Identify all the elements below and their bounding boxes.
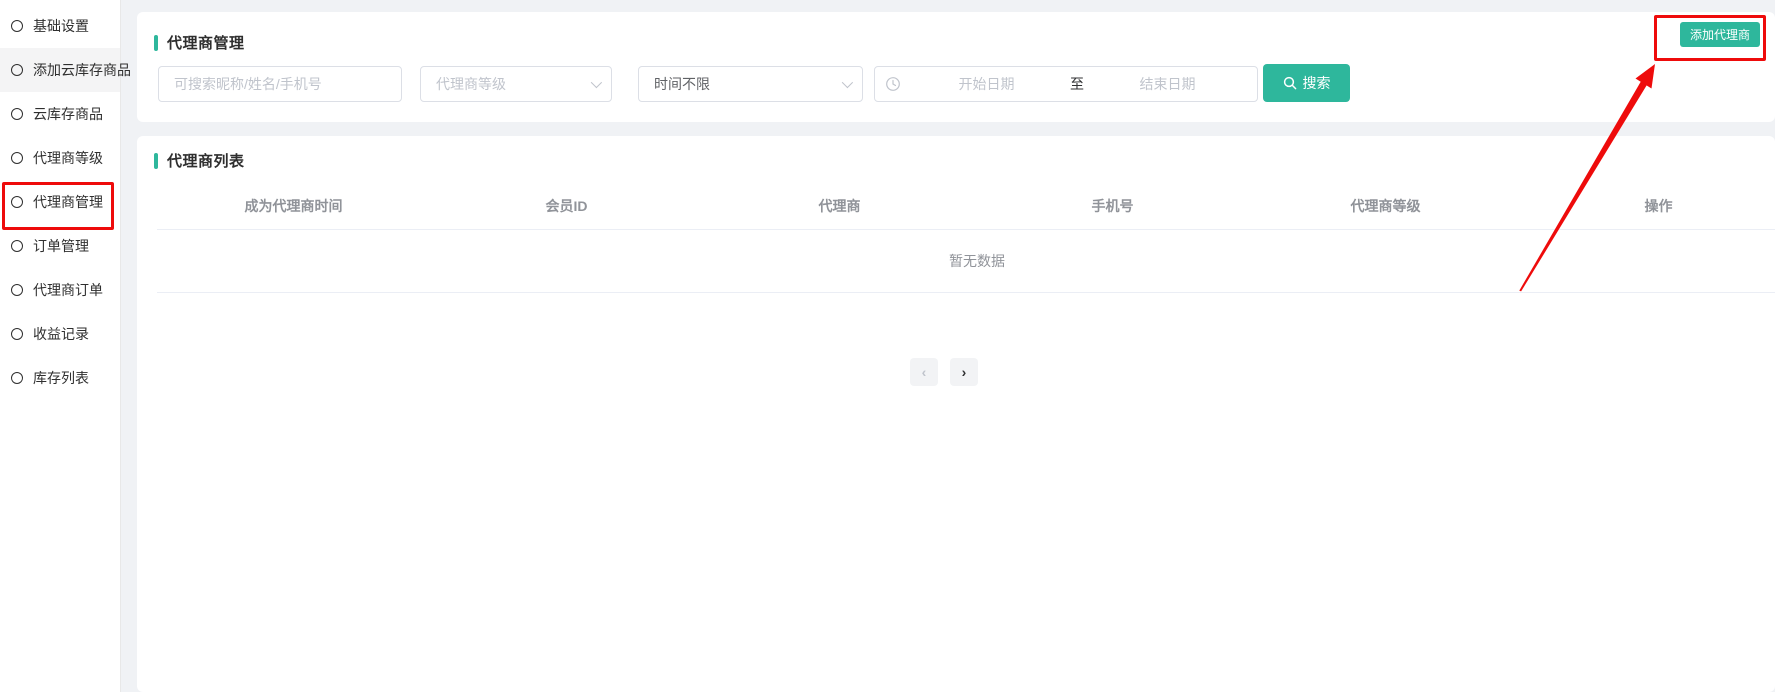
sidebar-item-3[interactable]: 代理商等级 [0,136,120,180]
main-content: 代理商管理 代理商等级 时间不限 至 [137,0,1775,692]
circle-icon [11,152,23,164]
sidebar-item-8[interactable]: 库存列表 [0,356,120,400]
sidebar-item-1[interactable]: 添加云库存商品 [0,48,120,92]
search-button-label: 搜索 [1303,73,1331,93]
sidebar-item-label: 代理商管理 [33,192,103,212]
sidebar-item-label: 代理商订单 [33,280,103,300]
table-column-header: 会员ID [430,196,703,216]
agent-management-card: 代理商管理 代理商等级 时间不限 至 [137,12,1775,122]
list-title: 代理商列表 [167,150,245,171]
table-empty-row: 暂无数据 [157,230,1775,293]
table-column-header: 成为代理商时间 [157,196,430,216]
table-header-row: 成为代理商时间会员ID代理商手机号代理商等级操作 [157,182,1775,230]
end-date-input[interactable] [1088,76,1247,92]
keyword-search-field[interactable] [158,66,402,102]
empty-data-text: 暂无数据 [949,251,1005,271]
sidebar-item-label: 云库存商品 [33,104,103,124]
sidebar-item-label: 基础设置 [33,16,89,36]
sidebar-item-label: 代理商等级 [33,148,103,168]
agent-list-card: 代理商列表 成为代理商时间会员ID代理商手机号代理商等级操作 暂无数据 ‹ › [137,136,1775,692]
sidebar-item-5[interactable]: 订单管理 [0,224,120,268]
sidebar-item-label: 添加云库存商品 [33,60,131,80]
time-range-select[interactable]: 时间不限 [638,66,863,102]
circle-icon [11,328,23,340]
chevron-down-icon [591,77,602,88]
start-date-input[interactable] [907,76,1066,92]
sidebar-item-label: 库存列表 [33,368,89,388]
search-input[interactable] [159,67,401,101]
sidebar-item-7[interactable]: 收益记录 [0,312,120,356]
sidebar-item-label: 收益记录 [33,324,89,344]
date-range-picker[interactable]: 至 [874,66,1258,102]
circle-icon [11,108,23,120]
agent-level-select[interactable]: 代理商等级 [420,66,612,102]
title-accent-bar [154,153,158,169]
table-column-header: 代理商 [703,196,976,216]
time-range-select-value: 时间不限 [654,74,710,94]
table-column-header: 手机号 [976,196,1249,216]
agent-table: 成为代理商时间会员ID代理商手机号代理商等级操作 暂无数据 ‹ › [157,182,1775,293]
circle-icon [11,372,23,384]
pagination-prev-button[interactable]: ‹ [910,358,938,386]
date-range-separator: 至 [1066,74,1088,94]
table-column-header: 代理商等级 [1249,196,1522,216]
add-agent-button[interactable]: 添加代理商 [1680,22,1760,47]
circle-icon [11,284,23,296]
agent-level-select-value: 代理商等级 [436,74,506,94]
clock-icon [885,76,901,92]
end-date-field[interactable] [1088,76,1247,92]
start-date-field[interactable] [907,76,1066,92]
search-button[interactable]: 搜索 [1263,64,1350,102]
sidebar: 基础设置添加云库存商品云库存商品代理商等级代理商管理订单管理代理商订单收益记录库… [0,0,121,692]
circle-icon [11,20,23,32]
title-accent-bar [154,35,158,51]
pagination: ‹ › [910,358,978,386]
sidebar-item-2[interactable]: 云库存商品 [0,92,120,136]
table-column-header: 操作 [1522,196,1775,216]
pagination-next-button[interactable]: › [950,358,978,386]
circle-icon [11,196,23,208]
circle-icon [11,240,23,252]
sidebar-item-0[interactable]: 基础设置 [0,4,120,48]
chevron-down-icon [842,77,853,88]
search-icon [1283,76,1297,90]
circle-icon [11,64,23,76]
sidebar-item-label: 订单管理 [33,236,89,256]
card-title-row: 代理商管理 [154,32,245,53]
card-title-row: 代理商列表 [154,150,245,171]
sidebar-item-6[interactable]: 代理商订单 [0,268,120,312]
page-title: 代理商管理 [167,32,245,53]
sidebar-item-4[interactable]: 代理商管理 [0,180,120,224]
